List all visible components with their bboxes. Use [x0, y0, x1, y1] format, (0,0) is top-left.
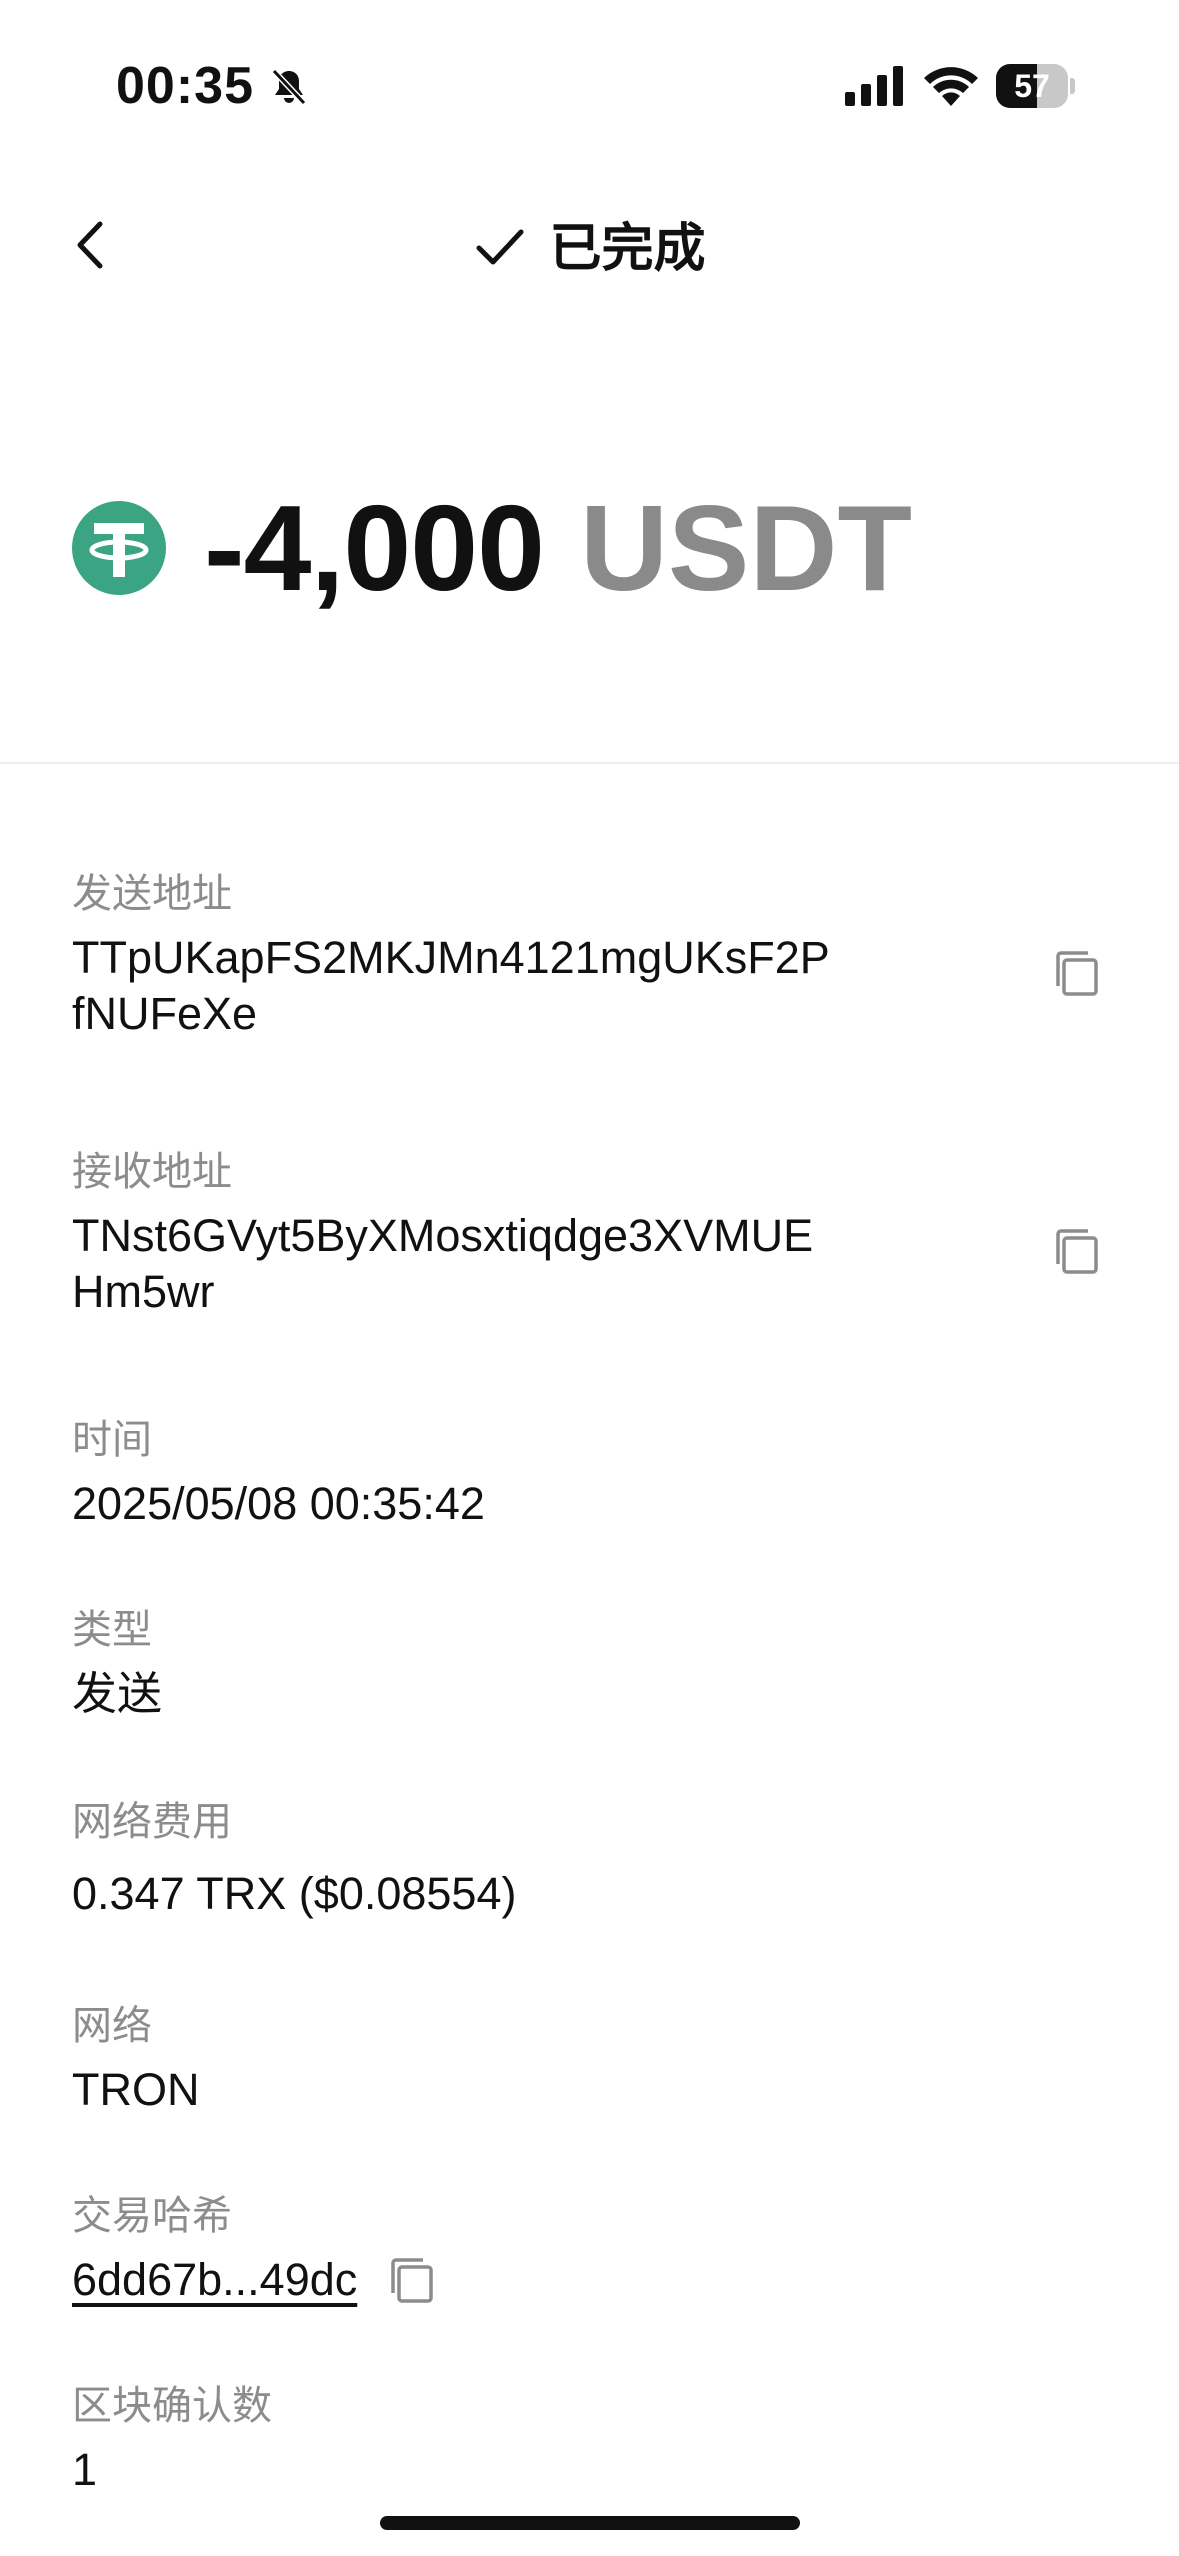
battery-indicator: 57: [996, 64, 1075, 108]
tx-hash-label: 交易哈希: [72, 2194, 232, 2238]
network-label: 网络: [72, 2004, 152, 2048]
wifi-icon: [924, 67, 978, 106]
amount-symbol: USDT: [579, 480, 913, 616]
header: 已完成: [0, 190, 1179, 300]
network-fee-label: 网络费用: [72, 1800, 232, 1844]
status-time: 00:35: [116, 57, 254, 115]
amount-value: -4,000: [204, 480, 545, 616]
type-label: 类型: [72, 1608, 152, 1652]
to-address-value: TNst6GVyt5ByXMosxtiqdge3XVMUEHm5wr: [72, 1210, 814, 1317]
confirmations-value: 1: [72, 2444, 98, 2495]
network-fee-field: 网络费用 0.347 TRX ($0.08554): [72, 1796, 1112, 1922]
status-title: 已完成: [549, 220, 706, 278]
type-field: 类型 发送: [72, 1604, 1112, 1722]
time-field: 时间 2025/05/08 00:35:42: [72, 1414, 1112, 1532]
confirmations-label: 区块确认数: [72, 2384, 272, 2428]
type-value: 发送: [72, 1668, 163, 1719]
copy-to-address-button[interactable]: [1052, 1226, 1102, 1276]
tether-icon: [72, 501, 166, 595]
network-field: 网络 TRON: [72, 2000, 1112, 2118]
to-address-field: 接收地址 TNst6GVyt5ByXMosxtiqdge3XVMUEHm5wr: [72, 1146, 1112, 1320]
time-label: 时间: [72, 1418, 152, 1462]
check-icon: [476, 229, 524, 265]
network-value: TRON: [72, 2064, 200, 2115]
tx-hash-link[interactable]: 6dd67b...49dc: [72, 2252, 357, 2308]
from-address-label: 发送地址: [72, 872, 232, 916]
page-title: 已完成: [0, 206, 1179, 281]
battery-percent: 57: [1014, 68, 1050, 104]
status-bar: 00:35 57: [0, 0, 1179, 170]
amount-row: -4,000 USDT: [72, 478, 912, 618]
copy-tx-hash-button[interactable]: [387, 2255, 437, 2305]
network-fee-value: 0.347 TRX ($0.08554): [72, 1868, 517, 1919]
time-value: 2025/05/08 00:35:42: [72, 1478, 485, 1529]
confirmations-field: 区块确认数 1: [72, 2380, 1112, 2498]
bell-muted-icon: [271, 68, 307, 106]
cellular-signal-icon: [845, 66, 903, 106]
to-address-label: 接收地址: [72, 1150, 232, 1194]
copy-from-address-button[interactable]: [1052, 948, 1102, 998]
divider: [0, 762, 1179, 764]
tx-hash-field: 交易哈希 6dd67b...49dc: [72, 2190, 1112, 2308]
home-indicator: [380, 2516, 800, 2530]
from-address-value: TTpUKapFS2MKJMn4121mgUKsF2PfNUFeXe: [72, 932, 830, 1039]
from-address-field: 发送地址 TTpUKapFS2MKJMn4121mgUKsF2PfNUFeXe: [72, 868, 1112, 1042]
